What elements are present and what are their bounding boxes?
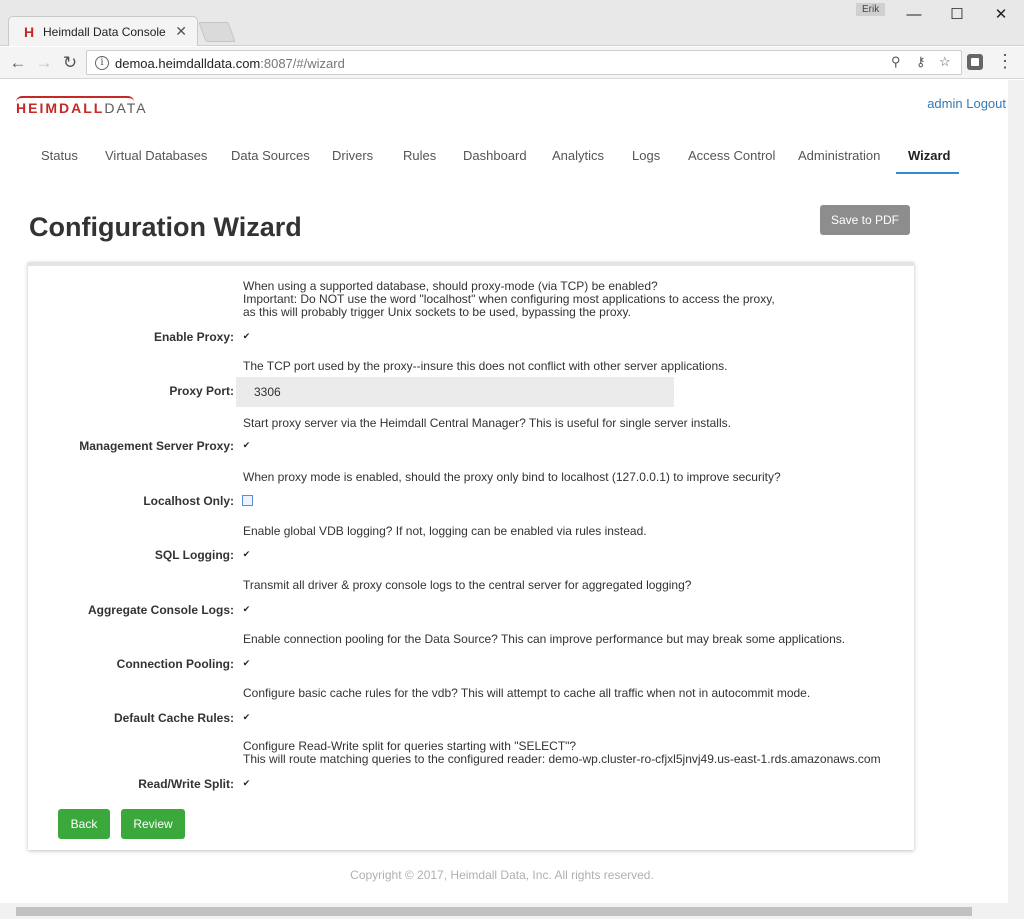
localhost-only-label: Localhost Only: bbox=[143, 494, 234, 508]
bookmark-star-icon[interactable]: ☆ bbox=[939, 54, 951, 70]
tab-access-control[interactable]: Access Control bbox=[688, 148, 775, 174]
browser-toolbar: ← → ↻ i demoa.heimdalldata.com:8087/#/wi… bbox=[0, 47, 1024, 79]
read-write-split-label: Read/Write Split: bbox=[138, 777, 234, 791]
tab-title: Heimdall Data Console bbox=[43, 25, 166, 39]
browser-tab[interactable]: H Heimdall Data Console ✕ bbox=[8, 16, 198, 46]
enable-proxy-checkbox[interactable]: ✔ bbox=[242, 332, 251, 341]
scrollbar-thumb[interactable] bbox=[16, 907, 972, 916]
copyright-text: Copyright © 2017, Heimdall Data, Inc. Al… bbox=[350, 868, 654, 882]
browser-titlebar: H Heimdall Data Console ✕ Erik — ☐ ✕ bbox=[0, 0, 1024, 46]
sql-logging-checkbox[interactable]: ✔ bbox=[242, 550, 251, 559]
save-to-pdf-button[interactable]: Save to PDF bbox=[820, 205, 910, 235]
tab-administration[interactable]: Administration bbox=[798, 148, 880, 174]
user-links: admin Logout bbox=[927, 96, 1006, 111]
localhost-only-checkbox[interactable] bbox=[242, 495, 253, 506]
admin-link[interactable]: admin bbox=[927, 96, 962, 111]
main-nav: Status Virtual Databases Data Sources Dr… bbox=[0, 148, 1008, 174]
tab-status[interactable]: Status bbox=[41, 148, 78, 174]
active-tab-indicator bbox=[896, 172, 959, 174]
tab-rules[interactable]: Rules bbox=[403, 148, 436, 174]
page-title: Configuration Wizard bbox=[29, 212, 302, 242]
proxy-port-input[interactable]: 3306 bbox=[236, 377, 674, 407]
profile-name[interactable]: Erik bbox=[856, 3, 886, 16]
field-description: Configure Read-Write split for queries s… bbox=[243, 739, 881, 766]
close-tab-icon[interactable]: ✕ bbox=[175, 23, 187, 40]
tab-dashboard[interactable]: Dashboard bbox=[463, 148, 527, 174]
heimdall-logo[interactable]: HEIMDALLDATA bbox=[16, 100, 148, 116]
reload-icon[interactable]: ↻ bbox=[58, 51, 82, 75]
sql-logging-label: SQL Logging: bbox=[154, 548, 234, 562]
enable-proxy-label: Enable Proxy: bbox=[153, 330, 234, 344]
minimize-icon[interactable]: — bbox=[904, 6, 924, 26]
wizard-panel: When using a supported database, should … bbox=[28, 262, 914, 850]
connection-pooling-label: Connection Pooling: bbox=[116, 657, 234, 671]
management-server-proxy-checkbox[interactable]: ✔ bbox=[242, 441, 251, 450]
close-window-icon[interactable]: ✕ bbox=[991, 6, 1011, 26]
aggregate-console-logs-checkbox[interactable]: ✔ bbox=[242, 605, 251, 614]
forward-arrow-icon[interactable]: → bbox=[32, 51, 56, 75]
field-description: The TCP port used by the proxy--insure t… bbox=[243, 359, 728, 373]
extension-icon[interactable] bbox=[967, 54, 983, 70]
field-description: Transmit all driver & proxy console logs… bbox=[243, 578, 692, 592]
page-content: HEIMDALLDATA admin Logout Status Virtual… bbox=[0, 80, 1008, 903]
back-arrow-icon[interactable]: ← bbox=[6, 51, 30, 75]
default-cache-rules-checkbox[interactable]: ✔ bbox=[242, 713, 251, 722]
horizontal-scrollbar[interactable] bbox=[0, 903, 1024, 919]
proxy-port-label: Proxy Port: bbox=[169, 384, 234, 398]
new-tab-button[interactable] bbox=[198, 22, 236, 42]
tab-virtual-databases[interactable]: Virtual Databases bbox=[105, 148, 207, 174]
tab-data-sources[interactable]: Data Sources bbox=[231, 148, 310, 174]
field-description: Enable connection pooling for the Data S… bbox=[243, 632, 846, 646]
field-description: When proxy mode is enabled, should the p… bbox=[243, 470, 781, 484]
management-server-proxy-label: Management Server Proxy: bbox=[79, 439, 234, 453]
url-text: demoa.heimdalldata.com:8087/#/wizard bbox=[115, 56, 345, 71]
vertical-scrollbar[interactable] bbox=[1008, 80, 1024, 903]
review-button[interactable]: Review bbox=[121, 809, 185, 839]
aggregate-console-logs-label: Aggregate Console Logs: bbox=[87, 603, 234, 617]
address-bar[interactable]: i demoa.heimdalldata.com:8087/#/wizard ⚲… bbox=[86, 50, 962, 75]
heimdall-favicon-icon: H bbox=[23, 24, 35, 40]
tab-drivers[interactable]: Drivers bbox=[332, 148, 373, 174]
field-description: Configure basic cache rules for the vdb?… bbox=[243, 686, 811, 700]
key-icon[interactable]: ⚷ bbox=[916, 54, 926, 70]
field-description: Enable global VDB logging? If not, loggi… bbox=[243, 524, 647, 538]
field-description: Start proxy server via the Heimdall Cent… bbox=[243, 416, 731, 430]
tab-analytics[interactable]: Analytics bbox=[552, 148, 604, 174]
maximize-icon[interactable]: ☐ bbox=[947, 6, 967, 26]
tab-wizard[interactable]: Wizard bbox=[908, 148, 951, 174]
field-description: When using a supported database, should … bbox=[243, 279, 775, 319]
default-cache-rules-label: Default Cache Rules: bbox=[113, 711, 234, 725]
logout-link[interactable]: Logout bbox=[966, 96, 1006, 111]
connection-pooling-checkbox[interactable]: ✔ bbox=[242, 659, 251, 668]
info-icon[interactable]: i bbox=[95, 56, 109, 70]
back-button[interactable]: Back bbox=[58, 809, 110, 839]
tab-logs[interactable]: Logs bbox=[632, 148, 660, 174]
menu-icon[interactable]: ⋮ bbox=[996, 51, 1014, 72]
read-write-split-checkbox[interactable]: ✔ bbox=[242, 779, 251, 788]
zoom-icon[interactable]: ⚲ bbox=[891, 54, 901, 70]
